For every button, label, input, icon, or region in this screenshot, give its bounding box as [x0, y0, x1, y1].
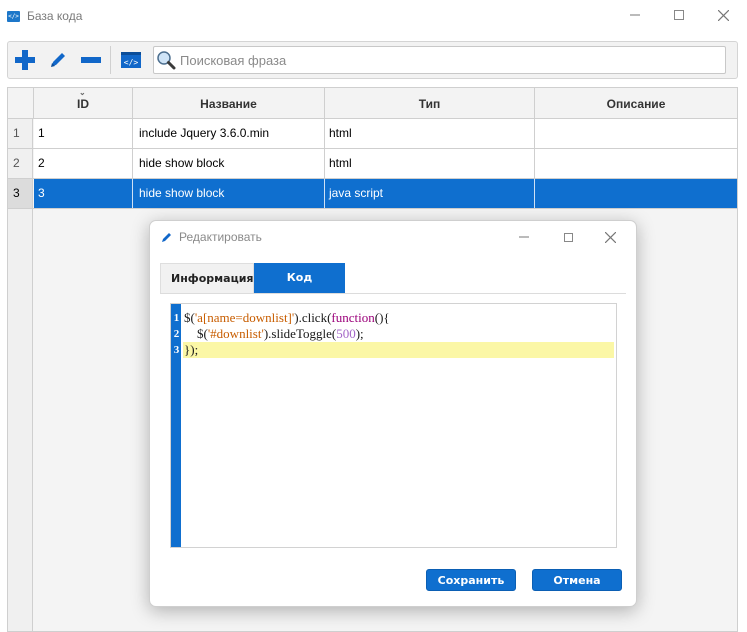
- dialog-tabs: Информация Код: [160, 263, 345, 294]
- close-button[interactable]: [700, 0, 746, 30]
- maximize-icon: [674, 10, 684, 20]
- dialog-close-button[interactable]: [590, 224, 630, 250]
- edit-icon: [50, 53, 65, 67]
- search-icon: [157, 51, 176, 70]
- row-number: 1: [8, 119, 33, 148]
- cell-description: [535, 119, 737, 148]
- code-line-active: 3 });: [174, 342, 614, 358]
- svg-text:</>: </>: [123, 58, 138, 67]
- line-number: 1: [173, 312, 180, 324]
- search-box: [153, 46, 726, 74]
- cell-type: html: [325, 119, 535, 148]
- cell-id: 2: [34, 149, 133, 178]
- header-id-label: ID: [77, 97, 89, 111]
- code-editor[interactable]: 1 $('a[name=downlist]').click(function()…: [170, 303, 617, 548]
- cell-description: [535, 149, 737, 178]
- edit-button[interactable]: [41, 43, 74, 77]
- save-button[interactable]: Сохранить: [426, 569, 516, 591]
- cancel-button[interactable]: Отмена: [532, 569, 622, 591]
- cell-name: include Jquery 3.6.0.min: [133, 119, 325, 148]
- pencil-icon: [161, 231, 173, 243]
- row-number: 3: [8, 179, 33, 208]
- cell-type: java script: [325, 179, 535, 208]
- close-icon: [604, 231, 616, 243]
- tab-code[interactable]: Код: [254, 263, 345, 293]
- sort-chevron-down-icon: ⌄: [79, 88, 86, 97]
- line-number: 3: [173, 344, 180, 356]
- header-name[interactable]: Название: [133, 88, 325, 118]
- toolbar-separator: [110, 46, 111, 74]
- cell-id: 1: [34, 119, 133, 148]
- tab-divider: [160, 293, 626, 294]
- minimize-icon: [519, 236, 529, 238]
- tab-info[interactable]: Информация: [160, 263, 254, 293]
- cell-name: hide show block: [133, 179, 325, 208]
- header-description[interactable]: Описание: [535, 88, 737, 118]
- toolbar: </>: [7, 41, 738, 79]
- add-button[interactable]: [8, 43, 41, 77]
- table-row-selected[interactable]: 3 3 hide show block java script: [8, 179, 737, 209]
- cell-name: hide show block: [133, 149, 325, 178]
- table-row[interactable]: 1 1 include Jquery 3.6.0.min html: [8, 119, 737, 149]
- code-view-button[interactable]: </>: [114, 43, 147, 77]
- cell-description: [535, 179, 737, 208]
- add-icon: [14, 50, 35, 70]
- header-type[interactable]: Тип: [325, 88, 535, 118]
- line-number: 2: [173, 328, 180, 340]
- maximize-button[interactable]: [656, 0, 702, 30]
- code-text: });: [184, 342, 199, 357]
- search-input[interactable]: [180, 48, 725, 72]
- window-title: База кода: [27, 9, 83, 23]
- dialog-maximize-button[interactable]: [548, 224, 588, 250]
- remove-icon: [80, 57, 101, 63]
- code-file-icon: </>: [120, 52, 141, 68]
- header-id[interactable]: ⌄ ID: [34, 88, 133, 118]
- edit-dialog: Редактировать Информация Код 1 $('a[name…: [149, 220, 637, 607]
- code-text: $('a[name=downlist]').click(function(){: [184, 310, 390, 325]
- table-row[interactable]: 2 2 hide show block html: [8, 149, 737, 179]
- close-icon: [717, 9, 729, 21]
- code-line: 2 $('#downlist').slideToggle(500);: [171, 326, 616, 342]
- code-text: $('#downlist').slideToggle(500);: [184, 326, 364, 341]
- cell-type: html: [325, 149, 535, 178]
- minimize-icon: [630, 14, 640, 16]
- minimize-button[interactable]: [612, 0, 658, 30]
- app-code-icon: </>: [7, 10, 20, 22]
- table-header: ⌄ ID Название Тип Описание: [8, 88, 737, 119]
- dialog-minimize-button[interactable]: [504, 224, 544, 250]
- dialog-titlebar: Редактировать: [150, 221, 636, 253]
- dialog-title: Редактировать: [179, 230, 262, 244]
- window-titlebar: </> База кода: [0, 0, 747, 32]
- maximize-icon: [563, 232, 573, 242]
- row-number: 2: [8, 149, 33, 178]
- cell-id: 3: [34, 179, 133, 208]
- remove-button[interactable]: [74, 43, 107, 77]
- header-rownum: [8, 88, 34, 118]
- code-line: 1 $('a[name=downlist]').click(function()…: [171, 310, 616, 326]
